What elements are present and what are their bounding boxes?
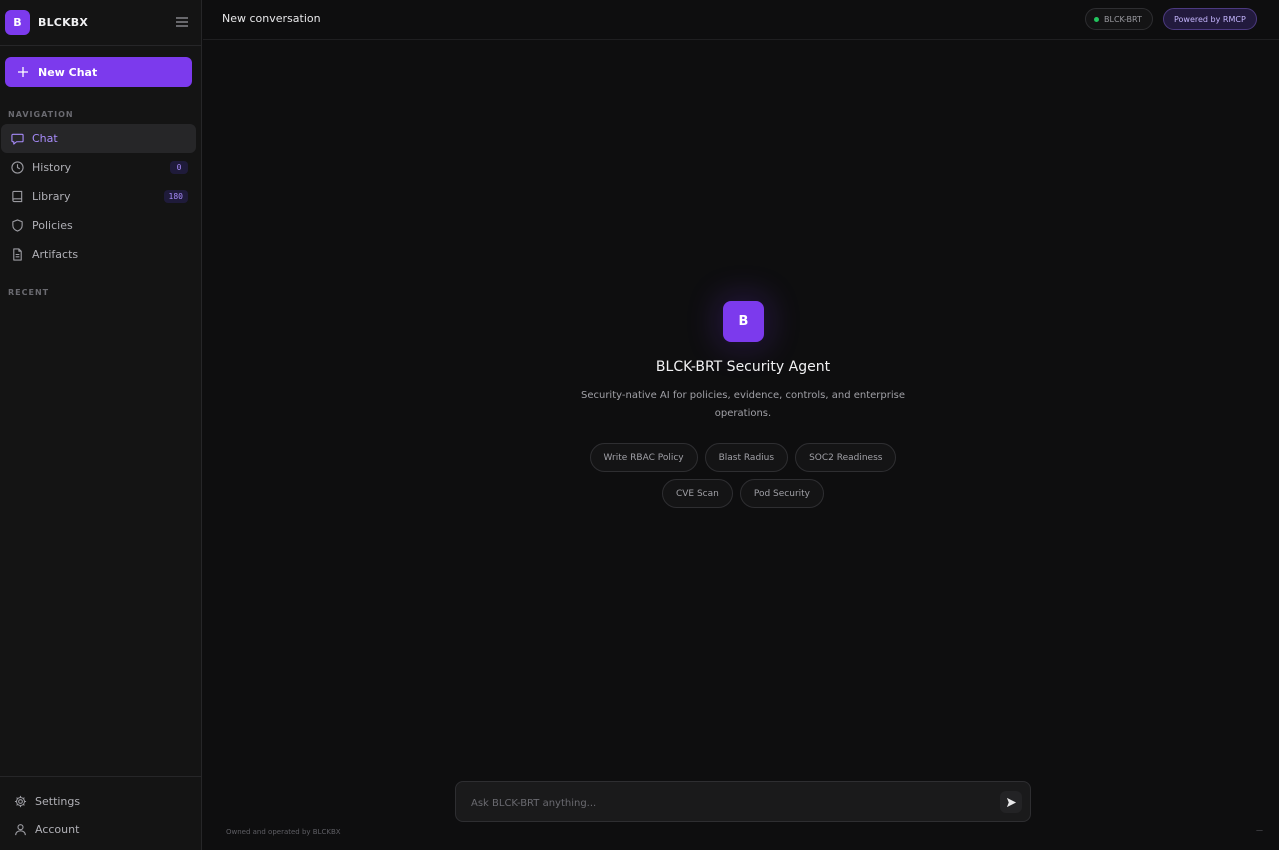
suggestion-chip-soc2[interactable]: SOC2 Readiness bbox=[795, 443, 897, 472]
menu-toggle-icon[interactable] bbox=[174, 14, 190, 30]
sidebar-item-label: Policies bbox=[32, 219, 73, 232]
suggestion-chip-cve-scan[interactable]: CVE Scan bbox=[661, 479, 733, 508]
history-count-badge: 0 bbox=[170, 161, 188, 174]
settings-button[interactable]: Settings bbox=[13, 792, 80, 810]
recent-section-label: RECENT bbox=[8, 288, 50, 297]
sidebar-nav: Chat History 0 Library 180 Policies Arti… bbox=[1, 124, 196, 269]
footer-indicator: — bbox=[1256, 826, 1263, 834]
brand-name: BLCKBX bbox=[38, 15, 89, 29]
sidebar-item-chat[interactable]: Chat bbox=[1, 124, 196, 153]
agent-logo: B bbox=[723, 301, 764, 342]
suggestion-chip-rbac[interactable]: Write RBAC Policy bbox=[589, 443, 698, 472]
sidebar-item-label: Library bbox=[32, 190, 71, 203]
chat-bubble-icon bbox=[10, 132, 24, 146]
send-icon bbox=[1006, 797, 1016, 807]
suggestion-chip-blast-radius[interactable]: Blast Radius bbox=[704, 443, 789, 472]
agent-subtitle: Security-native AI for policies, evidenc… bbox=[580, 390, 906, 419]
nav-section-label: NAVIGATION bbox=[8, 110, 74, 119]
shield-icon bbox=[10, 219, 24, 233]
top-bar: New conversation BLCK-BRT Powered by RMC… bbox=[203, 0, 1279, 40]
library-count-badge: 180 bbox=[163, 190, 188, 203]
sidebar-divider bbox=[0, 45, 202, 46]
message-input[interactable] bbox=[471, 794, 991, 812]
brand-logo: B bbox=[5, 9, 30, 35]
sidebar-item-label: Chat bbox=[32, 132, 58, 145]
sidebar-item-artifacts[interactable]: Artifacts bbox=[1, 240, 196, 269]
account-label: Account bbox=[35, 822, 80, 836]
powered-by-badge: Powered by RMCP bbox=[1163, 8, 1257, 30]
agent-status-label: BLCK-BRT bbox=[1104, 14, 1142, 24]
brand: B BLCKBX bbox=[5, 9, 88, 35]
agent-title: BLCK-BRT Security Agent bbox=[655, 359, 831, 375]
book-icon bbox=[10, 190, 24, 204]
document-icon bbox=[10, 248, 24, 262]
message-composer bbox=[455, 781, 1031, 822]
user-icon bbox=[13, 822, 27, 836]
sidebar-item-policies[interactable]: Policies bbox=[1, 211, 196, 240]
plus-icon bbox=[17, 66, 29, 78]
new-chat-label: New Chat bbox=[38, 65, 98, 79]
footer-note: Owned and operated by BLCKBX bbox=[226, 828, 341, 836]
status-online-dot bbox=[1094, 16, 1099, 22]
sidebar-item-history[interactable]: History 0 bbox=[1, 153, 196, 182]
sidebar-item-label: History bbox=[32, 161, 72, 174]
settings-label: Settings bbox=[35, 794, 81, 808]
agent-status-badge: BLCK-BRT bbox=[1085, 8, 1153, 30]
send-button[interactable] bbox=[1000, 791, 1022, 813]
sidebar-bottom-divider bbox=[0, 776, 202, 777]
new-chat-button[interactable]: New Chat bbox=[5, 57, 192, 87]
sidebar-item-label: Artifacts bbox=[32, 248, 79, 261]
account-button[interactable]: Account bbox=[13, 820, 79, 838]
clock-icon bbox=[10, 161, 24, 175]
page-title: New conversation bbox=[222, 12, 321, 25]
gear-icon bbox=[13, 794, 27, 808]
sidebar: B BLCKBX New Chat NAVIGATION Chat Histor… bbox=[0, 0, 202, 850]
suggestion-chip-pod-security[interactable]: Pod Security bbox=[739, 479, 825, 508]
sidebar-item-library[interactable]: Library 180 bbox=[1, 182, 196, 211]
suggestion-chips: Write RBAC Policy Blast Radius SOC2 Read… bbox=[553, 443, 933, 508]
